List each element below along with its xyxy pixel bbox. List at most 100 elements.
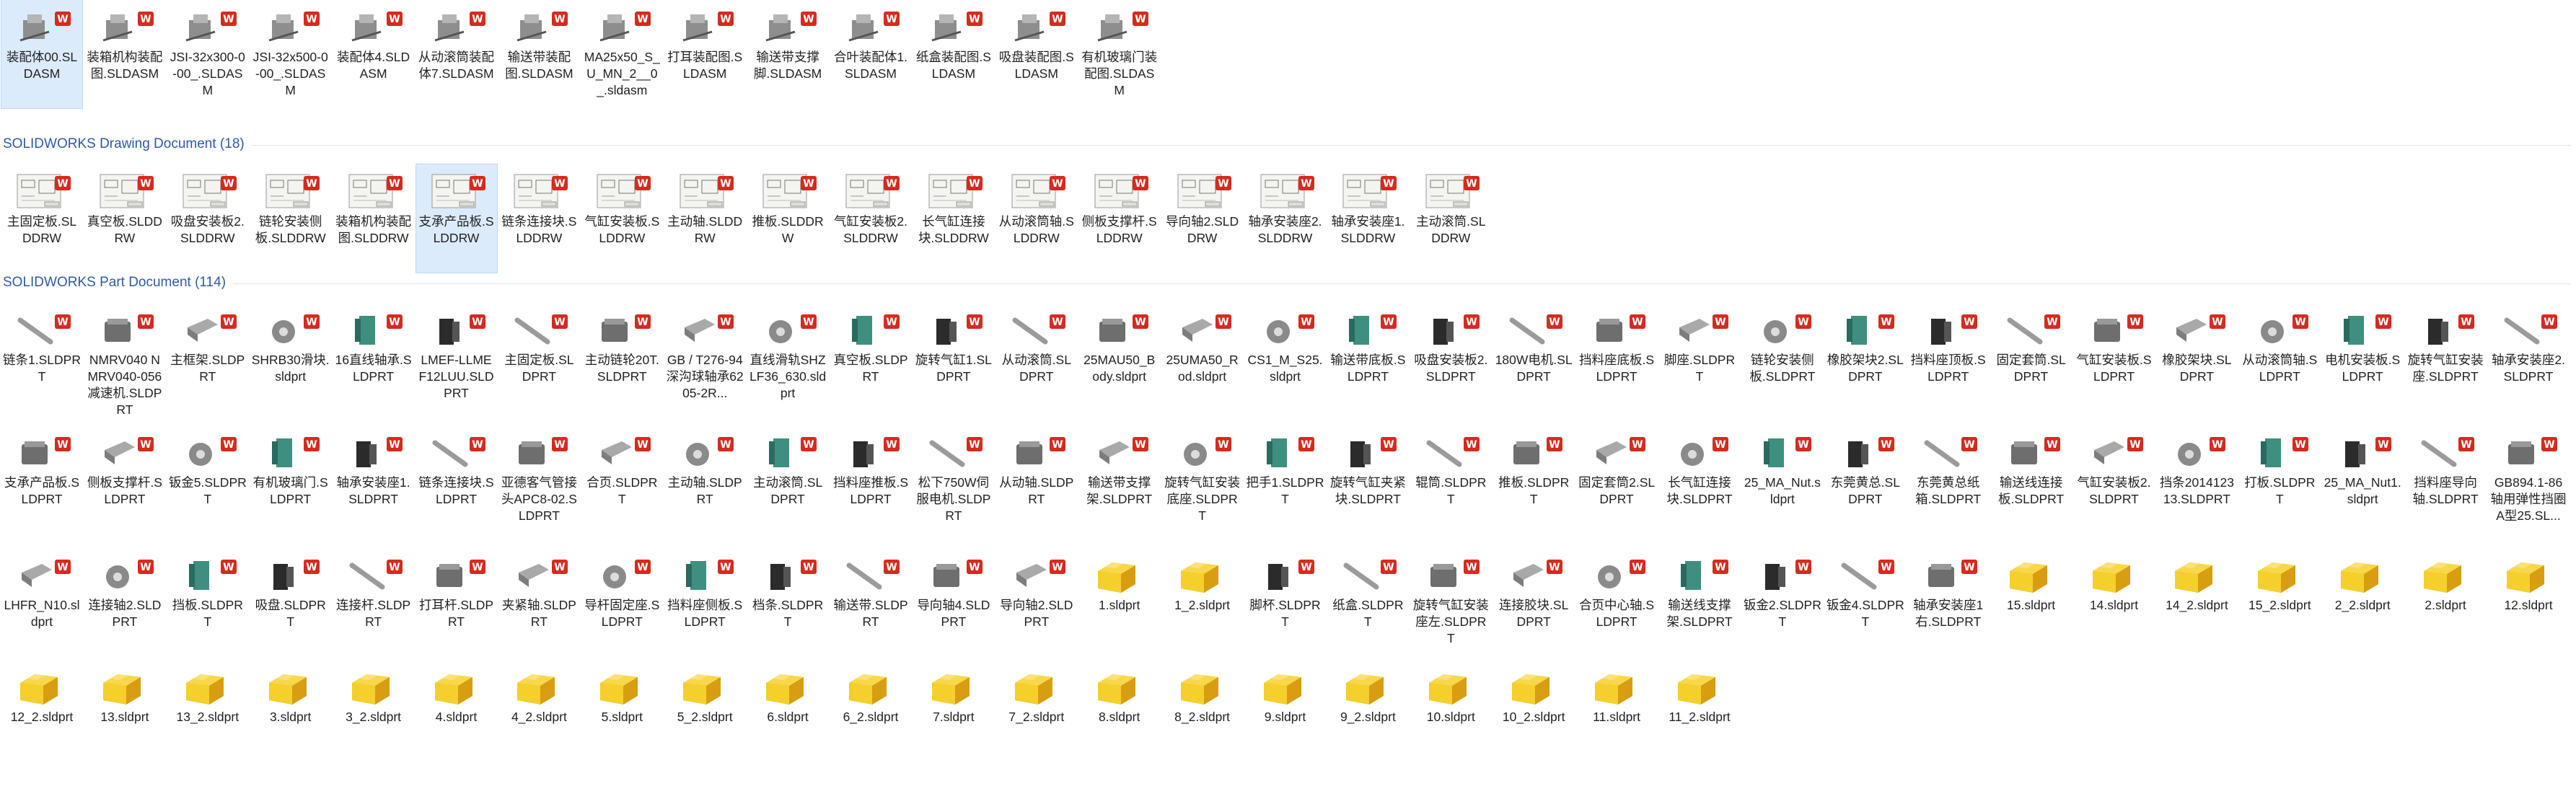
- file-item-part[interactable]: W 旋转气缸1.SLDPRT: [913, 303, 994, 411]
- file-item-part[interactable]: W NMRV040 NMRV040-056减速机.SLDPRT: [84, 303, 165, 417]
- file-item-part[interactable]: W 打板.SLDPRT: [2239, 425, 2320, 534]
- file-item-part[interactable]: W 挡板.SLDPRT: [167, 548, 248, 656]
- file-item-drw[interactable]: W 从动滚筒轴.SLDDRW: [996, 164, 1077, 273]
- file-item-folder[interactable]: 4_2.sldprt: [498, 660, 579, 768]
- file-item-folder[interactable]: 13.sldprt: [84, 660, 165, 768]
- file-item-asm[interactable]: W JSI-32x500-0-00_.SLDASM: [250, 0, 331, 108]
- file-item-drw[interactable]: W 气缸安装板.SLDDRW: [581, 164, 662, 273]
- file-item-part[interactable]: W 25_MA_Nut1.sldprt: [2322, 425, 2403, 534]
- file-item-drw[interactable]: W 链条连接块.SLDDRW: [498, 164, 579, 273]
- file-item-part[interactable]: W 钣金5.SLDPRT: [167, 425, 248, 534]
- file-item-folder[interactable]: 10.sldprt: [1410, 660, 1491, 768]
- file-item-folder[interactable]: 6_2.sldprt: [830, 660, 911, 768]
- file-item-asm[interactable]: W JSI-32x300-0-00_.SLDASM: [167, 0, 248, 108]
- file-item-part[interactable]: W 长气缸连接块.SLDPRT: [1659, 425, 1740, 534]
- file-item-part[interactable]: W 链条连接块.SLDPRT: [416, 425, 497, 534]
- file-item-part[interactable]: W 气缸安装板.SLDPRT: [2074, 303, 2155, 411]
- file-item-part[interactable]: W 导向轴4.SLDPRT: [913, 548, 994, 656]
- file-item-part[interactable]: W 档条.SLDPRT: [747, 548, 828, 656]
- file-item-part[interactable]: W 180W电机.SLDPRT: [1493, 303, 1574, 411]
- file-item-drw[interactable]: W 主动滚筒.SLDDRW: [1410, 164, 1491, 273]
- file-item-part[interactable]: W 25UMA50_Rod.sldprt: [1162, 303, 1243, 411]
- file-item-drw[interactable]: W 轴承安装座2.SLDDRW: [1245, 164, 1326, 273]
- file-item-part[interactable]: W 主动滚筒.SLDPRT: [747, 425, 828, 534]
- file-item-part[interactable]: W 轴承安装座2.SLDPRT: [2488, 303, 2569, 411]
- file-item-part[interactable]: W 推板.SLDPRT: [1493, 425, 1574, 534]
- file-item-part[interactable]: W 支承产品板.SLDPRT: [1, 425, 82, 534]
- file-item-part[interactable]: W 纸盒.SLDPRT: [1327, 548, 1408, 656]
- file-item-part[interactable]: W 把手1.SLDPRT: [1245, 425, 1326, 534]
- file-item-part[interactable]: W 气缸安装板2.SLDPRT: [2074, 425, 2155, 534]
- file-item-part[interactable]: W 旋转气缸夹紧块.SLDPRT: [1327, 425, 1408, 534]
- file-item-folder[interactable]: 8_2.sldprt: [1162, 660, 1243, 768]
- file-item-drw[interactable]: W 吸盘安装板2.SLDDRW: [167, 164, 248, 273]
- file-item-folder[interactable]: 5.sldprt: [581, 660, 662, 768]
- file-item-drw[interactable]: W 装箱机构装配图.SLDDRW: [333, 164, 414, 273]
- file-item-asm[interactable]: W 从动滚筒装配体7.SLDASM: [416, 0, 497, 108]
- file-item-folder[interactable]: 9_2.sldprt: [1327, 660, 1408, 768]
- file-item-part[interactable]: W 输送线支撑架.SLDPRT: [1659, 548, 1740, 656]
- file-item-part[interactable]: W LMEF-LLMEF12LUU.SLDPRT: [416, 303, 497, 411]
- file-item-part[interactable]: W 16直线轴承.SLDPRT: [333, 303, 414, 411]
- file-item-part[interactable]: W 松下750W伺服电机.SLDPRT: [913, 425, 994, 534]
- file-item-folder[interactable]: 6.sldprt: [747, 660, 828, 768]
- section-header-part[interactable]: SOLIDWORKS Part Document (114): [3, 274, 2571, 293]
- file-item-folder[interactable]: 3.sldprt: [250, 660, 331, 768]
- section-header-drawing[interactable]: SOLIDWORKS Drawing Document (18): [3, 136, 2571, 154]
- file-item-part[interactable]: W 连接胶块.SLDPRT: [1493, 548, 1574, 656]
- file-item-asm[interactable]: W 装箱机构装配图.SLDASM: [84, 0, 165, 108]
- file-item-drw[interactable]: W 真空板.SLDDRW: [84, 164, 165, 273]
- file-item-part[interactable]: W 主动链轮20T.SLDPRT: [581, 303, 662, 411]
- file-item-drw[interactable]: W 导向轴2.SLDDRW: [1162, 164, 1243, 273]
- file-item-asm[interactable]: W 打耳装配图.SLDASM: [664, 0, 745, 108]
- file-item-drw[interactable]: W 侧板支撑杆.SLDDRW: [1079, 164, 1160, 273]
- file-item-part[interactable]: W 输送带底板.SLDPRT: [1327, 303, 1408, 411]
- file-item-part[interactable]: W 吸盘.SLDPRT: [250, 548, 331, 656]
- file-item-part[interactable]: W 挡料座导向轴.SLDPRT: [2405, 425, 2486, 534]
- file-item-part[interactable]: W GB / T276-94深沟球轴承6205-2R...: [664, 303, 745, 411]
- file-item-part[interactable]: W CS1_M_S25.sldprt: [1245, 303, 1326, 411]
- file-item-part[interactable]: W 侧板支撑杆.SLDPRT: [84, 425, 165, 534]
- file-item-asm[interactable]: W 纸盒装配图.SLDASM: [913, 0, 994, 108]
- file-item-part[interactable]: W 从动滚筒轴.SLDPRT: [2239, 303, 2320, 411]
- file-item-asm[interactable]: W 装配体00.SLDASM: [1, 0, 83, 109]
- file-item-drw[interactable]: W 主动轴.SLDDRW: [664, 164, 745, 273]
- file-item-part[interactable]: W 旋转气缸安装底座.SLDPRT: [1162, 425, 1243, 534]
- file-item-drw[interactable]: W 长气缸连接块.SLDDRW: [913, 164, 994, 273]
- file-item-part[interactable]: W 连接杆.SLDPRT: [333, 548, 414, 656]
- file-item-part[interactable]: W 东莞黄总纸箱.SLDPRT: [1908, 425, 1989, 534]
- file-item-part[interactable]: W 合页中心轴.SLDPRT: [1576, 548, 1657, 656]
- file-item-folder[interactable]: 13_2.sldprt: [167, 660, 248, 768]
- file-item-part[interactable]: W 电机安装板.SLDPRT: [2322, 303, 2403, 411]
- file-item-folder[interactable]: 2.sldprt: [2405, 548, 2486, 656]
- file-item-part[interactable]: W 轴承安装座1.SLDPRT: [333, 425, 414, 534]
- file-item-part[interactable]: W 有机玻璃门.SLDPRT: [250, 425, 331, 534]
- file-item-part[interactable]: W 输送线连接板.SLDPRT: [1991, 425, 2072, 534]
- file-item-part[interactable]: W 脚座.SLDPRT: [1659, 303, 1740, 411]
- file-item-part[interactable]: W 输送带.SLDPRT: [830, 548, 911, 656]
- file-item-part[interactable]: W 挡料座侧板.SLDPRT: [664, 548, 745, 656]
- file-item-asm[interactable]: W MA25x50_S_U_MN_2__0_.sldasm: [581, 0, 662, 108]
- file-item-folder[interactable]: 15.sldprt: [1991, 548, 2072, 656]
- file-item-part[interactable]: W 25MAU50_Body.sldprt: [1079, 303, 1160, 411]
- file-item-part[interactable]: W 导杆固定座.SLDPRT: [581, 548, 662, 656]
- file-item-asm[interactable]: W 合叶装配体1.SLDASM: [830, 0, 911, 108]
- file-item-part[interactable]: W 导向轴2.SLDPRT: [996, 548, 1077, 656]
- file-item-folder[interactable]: 7_2.sldprt: [996, 660, 1077, 768]
- file-item-part[interactable]: W 从动滚筒.SLDPRT: [996, 303, 1077, 411]
- file-item-part[interactable]: W 钣金4.SLDPRT: [1825, 548, 1906, 656]
- file-item-folder[interactable]: 12.sldprt: [2488, 548, 2569, 656]
- file-item-asm[interactable]: W 输送带装配图.SLDASM: [498, 0, 579, 108]
- file-item-part[interactable]: W 钣金2.SLDPRT: [1742, 548, 1823, 656]
- file-item-folder[interactable]: 11_2.sldprt: [1659, 660, 1740, 768]
- file-item-part[interactable]: W LHFR_N10.sldprt: [1, 548, 82, 656]
- file-item-drw[interactable]: W 主固定板.SLDDRW: [1, 164, 82, 273]
- file-item-asm[interactable]: W 吸盘装配图.SLDASM: [996, 0, 1077, 108]
- file-item-part[interactable]: W 合页.SLDPRT: [581, 425, 662, 534]
- file-item-drw[interactable]: W 气缸安装板2.SLDDRW: [830, 164, 911, 273]
- file-item-part[interactable]: W 固定套筒2.SLDPRT: [1576, 425, 1657, 534]
- file-item-part[interactable]: W 挡料座底板.SLDPRT: [1576, 303, 1657, 411]
- file-item-part[interactable]: W 主固定板.SLDPRT: [498, 303, 579, 411]
- file-item-part[interactable]: W 挡料座顶板.SLDPRT: [1908, 303, 1989, 411]
- file-item-asm[interactable]: W 有机玻璃门装配图.SLDASM: [1079, 0, 1160, 108]
